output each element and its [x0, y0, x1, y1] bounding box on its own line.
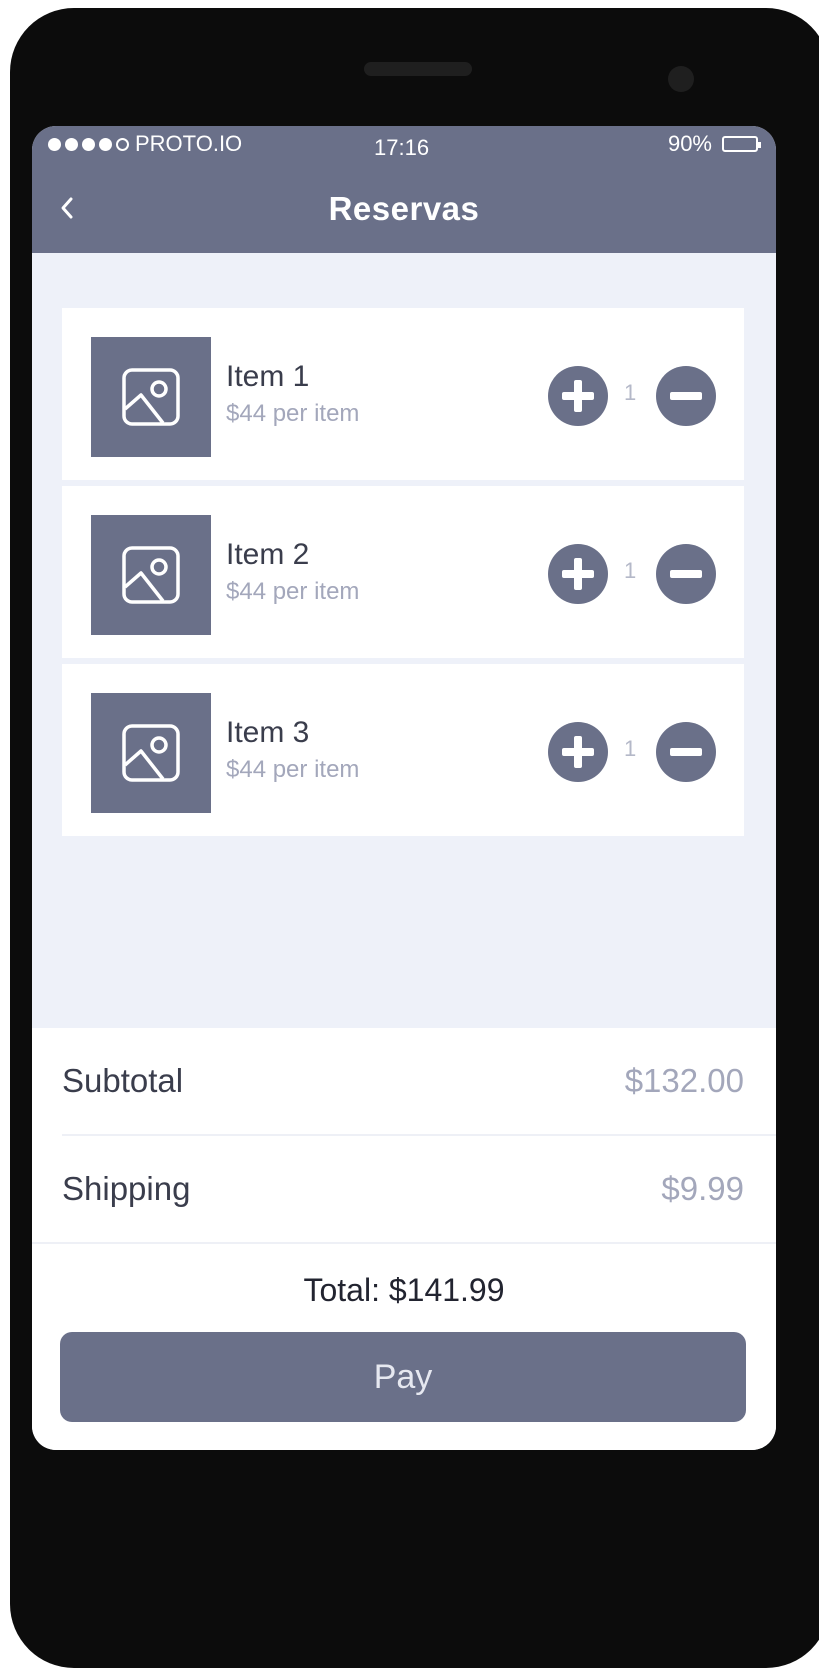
- item-name: Item 3: [226, 716, 310, 749]
- page-title: Reservas: [328, 190, 480, 227]
- item-thumbnail: [91, 337, 211, 457]
- image-placeholder-icon: [122, 724, 180, 782]
- item-price: $44 per item: [226, 578, 360, 605]
- phone-speaker: [364, 62, 472, 76]
- image-placeholder-icon: [122, 368, 180, 426]
- top-bar: PROTO.IO 17:16 90% Reservas: [32, 126, 776, 253]
- subtotal-row: Subtotal $132.00: [62, 1028, 776, 1136]
- order-summary: Subtotal $132.00 Shipping $9.99 Total: $…: [32, 1028, 776, 1450]
- carrier-name: PROTO.IO: [135, 131, 243, 156]
- order-total: Total: $141.99: [303, 1272, 505, 1308]
- cart-item-row: Item 2 $44 per item 1: [62, 486, 744, 658]
- item-name: Item 1: [226, 360, 310, 393]
- item-price: $44 per item: [226, 400, 360, 427]
- battery-status: 90%: [667, 131, 761, 157]
- shipping-value: $9.99: [661, 1170, 744, 1207]
- phone-camera: [668, 66, 694, 92]
- item-quantity: 1: [624, 736, 637, 761]
- decrease-quantity-button[interactable]: [656, 722, 716, 782]
- subtotal-label: Subtotal: [62, 1062, 184, 1099]
- subtotal-value: $132.00: [624, 1062, 744, 1099]
- image-placeholder-icon: [122, 546, 180, 604]
- decrease-quantity-button[interactable]: [656, 544, 716, 604]
- summary-divider: [32, 1242, 776, 1244]
- battery-percent: 90%: [667, 131, 712, 156]
- pay-button[interactable]: Pay: [60, 1332, 746, 1422]
- item-price: $44 per item: [226, 756, 360, 783]
- status-time: 17:16: [374, 135, 430, 160]
- increase-quantity-button[interactable]: [548, 544, 608, 604]
- cart-item-row: Item 3 $44 per item 1: [62, 664, 744, 836]
- battery-icon: [722, 136, 761, 152]
- item-thumbnail: [91, 693, 211, 813]
- decrease-quantity-button[interactable]: [656, 366, 716, 426]
- shipping-row: Shipping $9.99: [62, 1136, 776, 1242]
- signal-strength-icon: [48, 137, 129, 151]
- increase-quantity-button[interactable]: [548, 366, 608, 426]
- item-name: Item 2: [226, 538, 310, 571]
- navigation-bar: Reservas: [32, 168, 776, 252]
- carrier-info: PROTO.IO: [48, 131, 242, 157]
- status-bar: PROTO.IO 17:16 90%: [32, 126, 776, 166]
- item-thumbnail: [91, 515, 211, 635]
- app-screen: PROTO.IO 17:16 90% Reservas Item 1 $44 p…: [32, 126, 776, 1450]
- item-quantity: 1: [624, 380, 637, 405]
- item-quantity: 1: [624, 558, 637, 583]
- increase-quantity-button[interactable]: [548, 722, 608, 782]
- cart-item-list: Item 1 $44 per item 1 Item 2 $44 per ite…: [62, 308, 744, 842]
- cart-item-row: Item 1 $44 per item 1: [62, 308, 744, 480]
- shipping-label: Shipping: [62, 1170, 191, 1207]
